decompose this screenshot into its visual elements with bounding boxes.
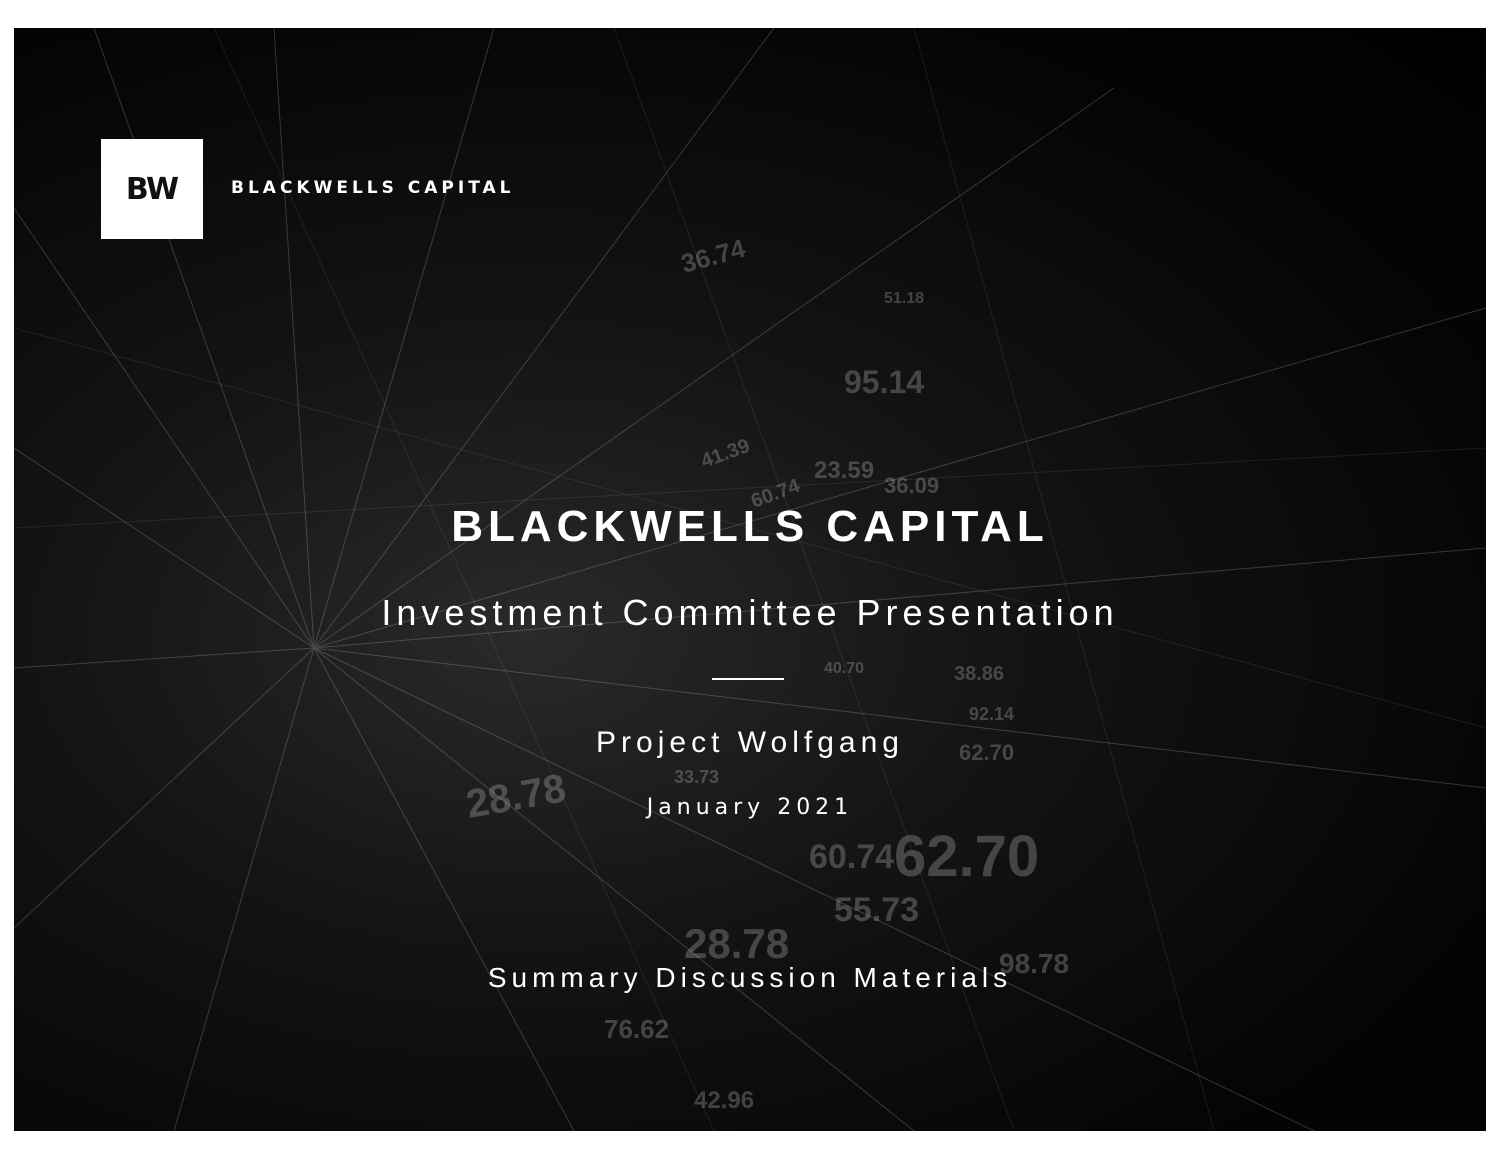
- bg-number: 28.78: [684, 920, 789, 967]
- logo-wordmark: BLACKWELLS CAPITAL: [231, 178, 515, 198]
- logo-mark-text: BW: [125, 171, 179, 207]
- bg-number: 36.09: [884, 473, 939, 498]
- presentation-date: January 2021: [646, 795, 854, 820]
- bg-number: 41.39: [698, 435, 753, 473]
- logo-mark-box: BW: [101, 139, 203, 239]
- bg-number: 51.18: [884, 290, 924, 307]
- bg-number: 38.86: [954, 663, 1004, 685]
- project-name: Project Wolfgang: [596, 726, 904, 759]
- bg-number: 95.14: [844, 364, 924, 400]
- cover-subtitle: Investment Committee Presentation: [381, 592, 1119, 633]
- bg-number: 42.96: [694, 1087, 754, 1114]
- bg-number: 36.74: [678, 233, 749, 279]
- bg-number: 60.74: [809, 838, 894, 876]
- bg-number: 33.73: [674, 767, 719, 787]
- bg-number: 76.62: [604, 1014, 669, 1044]
- bg-number: 92.14: [969, 704, 1014, 724]
- cover-slide: 36.74 51.18 95.14 23.59 36.09 38.86 92.1…: [14, 28, 1486, 1131]
- title-divider: [712, 678, 784, 680]
- cover-title: BLACKWELLS CAPITAL: [451, 502, 1049, 551]
- summary-caption: Summary Discussion Materials: [487, 962, 1013, 993]
- bg-number: 55.73: [834, 891, 919, 929]
- bg-number: 23.59: [814, 457, 874, 484]
- page: 36.74 51.18 95.14 23.59 36.09 38.86 92.1…: [0, 0, 1500, 1159]
- bg-number: 40.70: [824, 660, 864, 677]
- bg-number: 62.70: [894, 824, 1039, 889]
